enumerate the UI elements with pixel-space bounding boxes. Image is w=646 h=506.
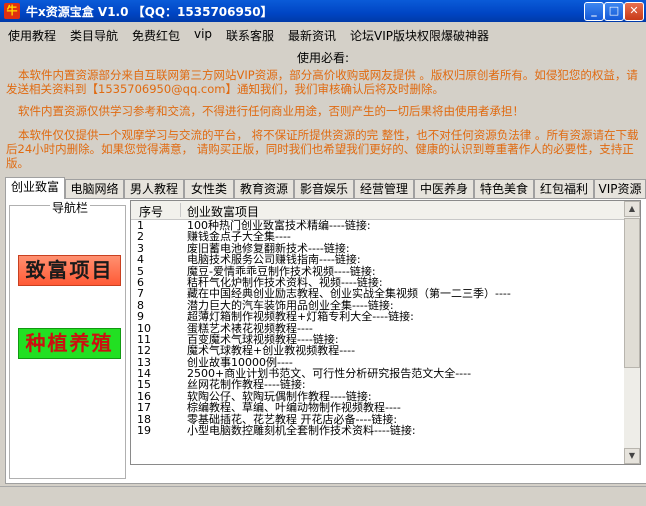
nav-wealth-projects-button[interactable]: 致富项目: [18, 255, 121, 286]
menu-vip[interactable]: vip: [194, 27, 212, 41]
tab-education[interactable]: 教育资源: [234, 179, 294, 198]
tab-food[interactable]: 特色美食: [474, 179, 534, 198]
close-button[interactable]: ✕: [624, 2, 644, 21]
col-header-name[interactable]: 创业致富项目: [187, 203, 259, 220]
window-title: 牛x资源宝盒 V1.0 【QQ：1535706950】: [26, 5, 273, 19]
menu-category-nav[interactable]: 类目导航: [70, 27, 118, 44]
table-row[interactable]: 19 小型电脑数控雕刻机全套制作技术资料----链接:: [131, 424, 624, 438]
column-divider[interactable]: [180, 203, 181, 217]
scroll-up-icon[interactable]: ▲: [624, 201, 640, 217]
tab-entertainment[interactable]: 影音娱乐: [294, 179, 354, 198]
minimize-button[interactable]: _: [584, 2, 604, 21]
menu-bar: 使用教程 类目导航 免费红包 vip 联系客服 最新资讯 论坛VIP版块权限爆破…: [0, 24, 646, 44]
tab-vip-resources[interactable]: VIP资源: [594, 179, 646, 198]
menu-contact-support[interactable]: 联系客服: [226, 27, 274, 44]
notice-disclaimer: 本软件仅仅提供一个观摩学习与交流的平台， 将不保证所提供资源的完 整性，也不对任…: [6, 128, 639, 170]
menu-forum-vip-tool[interactable]: 论坛VIP版块权限爆破神器: [350, 27, 489, 44]
scroll-down-icon[interactable]: ▼: [624, 448, 640, 464]
row-title: 棕编教程、草编、叶编动物制作视频教程----: [187, 401, 401, 415]
notice-usage: 软件内置资源仅供学习参考和交流，不得进行任何商业用途，否则产生的一切后果将由使用…: [18, 104, 524, 118]
resource-list[interactable]: 序号 创业致富项目 1 100种热门创业致富技术精编----链接: 2 赚钱金点子大全…: [130, 200, 641, 465]
tab-management[interactable]: 经营管理: [354, 179, 414, 198]
tab-redpacket[interactable]: 红包福利: [534, 179, 594, 198]
row-number: 12: [137, 344, 151, 358]
table-row[interactable]: 12 魔术气球教程+创业教视频教程----: [131, 344, 624, 358]
row-number: 9: [137, 310, 144, 324]
notice-title: 使用必看:: [296, 51, 350, 65]
app-icon: 牛: [4, 3, 20, 19]
tab-health[interactable]: 中医养身: [414, 179, 474, 198]
row-title: 小型电脑数控雕刻机全套制作技术资料----链接:: [187, 424, 416, 438]
list-rows: 1 100种热门创业致富技术精编----链接: 2 赚钱金点子大全集---- 3 废旧蓄电…: [131, 220, 624, 438]
tab-computer[interactable]: 电脑网络: [65, 179, 124, 198]
category-tabs: 创业致富 电脑网络 男人教程 女性类 教育资源 影音娱乐 经营管理 中医养身 特…: [5, 177, 646, 199]
row-title: 电脑技术服务公司赚钱指南----链接:: [187, 253, 361, 267]
row-title: 魔术气球教程+创业教视频教程----: [187, 344, 356, 358]
tab-women[interactable]: 女性类: [184, 179, 234, 198]
maximize-button[interactable]: □: [604, 2, 624, 21]
table-row[interactable]: 9 超薄灯箱制作视频教程+灯箱专利大全----链接:: [131, 310, 624, 324]
row-number: 19: [137, 424, 151, 438]
list-header: 序号 创业致富项目: [131, 201, 624, 220]
menu-free-redpacket[interactable]: 免费红包: [132, 27, 180, 44]
row-number: 17: [137, 401, 151, 415]
menu-latest-news[interactable]: 最新资讯: [288, 27, 336, 44]
tab-startup[interactable]: 创业致富: [5, 177, 65, 199]
vertical-scrollbar[interactable]: ▲ ▼: [624, 201, 640, 464]
row-title: 超薄灯箱制作视频教程+灯箱专利大全----链接:: [187, 310, 414, 324]
status-bar: [0, 486, 646, 506]
menu-tutorial[interactable]: 使用教程: [8, 27, 56, 44]
tab-men[interactable]: 男人教程: [124, 179, 184, 198]
table-row[interactable]: 4 电脑技术服务公司赚钱指南----链接:: [131, 253, 624, 267]
table-row[interactable]: 17 棕编教程、草编、叶编动物制作视频教程----: [131, 401, 624, 415]
nav-planting-breeding-button[interactable]: 种植养殖: [18, 328, 121, 359]
col-header-no[interactable]: 序号: [139, 203, 163, 220]
title-bar: 牛 牛x资源宝盒 V1.0 【QQ：1535706950】 _ □ ✕: [0, 0, 646, 22]
row-number: 4: [137, 253, 144, 267]
nav-label: 导航栏: [50, 199, 91, 216]
notice-copyright: 本软件内置资源部分来自互联网第三方网站VIP资源，部分高价收购或网友提供 。版权…: [6, 68, 638, 96]
scroll-thumb[interactable]: [624, 218, 640, 368]
